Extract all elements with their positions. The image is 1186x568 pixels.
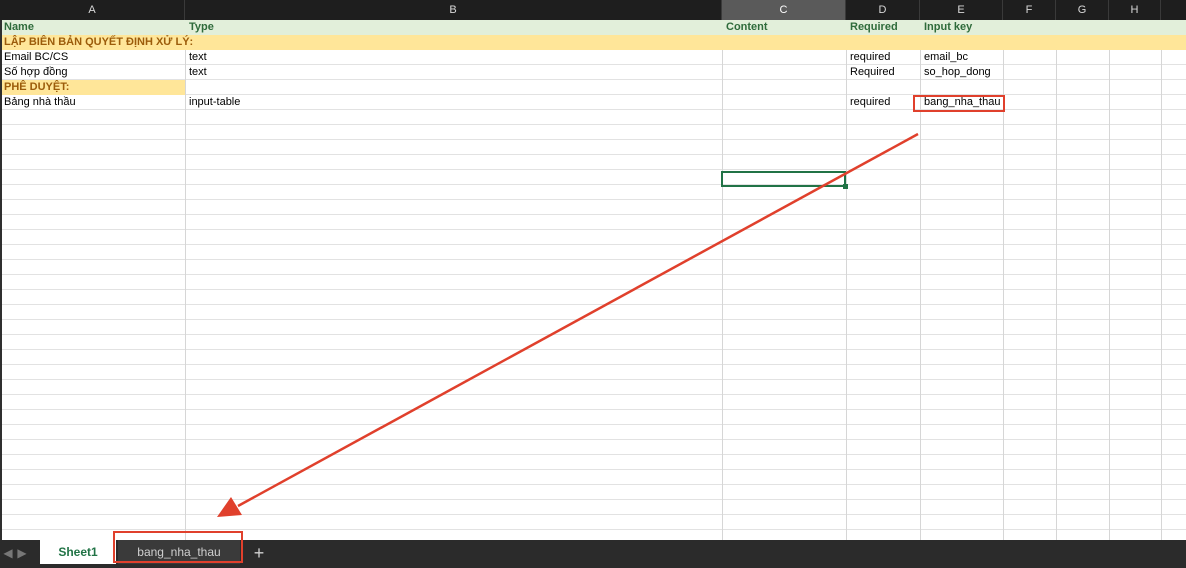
cell-type[interactable]: input-table	[185, 95, 722, 110]
gridline	[722, 20, 723, 540]
cell-required[interactable]: required	[846, 50, 920, 65]
header-content[interactable]: Content	[722, 20, 846, 35]
column-header-e[interactable]: E	[920, 0, 1003, 20]
column-header-b[interactable]: B	[185, 0, 722, 20]
cell-required[interactable]: required	[846, 95, 920, 110]
header-input-key[interactable]: Input key	[920, 20, 1003, 35]
column-header-d[interactable]: D	[846, 0, 920, 20]
section-title[interactable]: PHÊ DUYỆT:	[0, 80, 185, 95]
cell-name[interactable]: Bảng nhà thầu	[0, 95, 185, 110]
cell-type[interactable]: text	[185, 50, 722, 65]
gridline	[1109, 20, 1110, 540]
section-row: PHÊ DUYỆT:	[0, 80, 1186, 95]
cell-name[interactable]: Số hợp đồng	[0, 65, 185, 80]
cell-type[interactable]: text	[185, 65, 722, 80]
tab-scroll-right-icon[interactable]: ▶	[14, 544, 30, 562]
spreadsheet-grid[interactable]: Name Type Content Required Input key LẬP…	[0, 20, 1186, 540]
annotation-box-tab	[113, 531, 243, 563]
gridline	[1056, 20, 1057, 540]
column-header-h[interactable]: H	[1109, 0, 1161, 20]
fill-handle[interactable]	[843, 184, 848, 189]
cell-input-key[interactable]: so_hop_dong	[920, 65, 1003, 80]
column-header-g[interactable]: G	[1056, 0, 1109, 20]
header-name[interactable]: Name	[0, 20, 185, 35]
column-header-a[interactable]: A	[0, 0, 185, 20]
header-row: Name Type Content Required Input key	[0, 20, 1186, 35]
header-required[interactable]: Required	[846, 20, 920, 35]
column-header-f[interactable]: F	[1003, 0, 1056, 20]
cell-input-key[interactable]: email_bc	[920, 50, 1003, 65]
row-header-edge	[0, 20, 2, 540]
selected-cell[interactable]	[721, 171, 846, 187]
cell-name[interactable]: Email BC/CS	[0, 50, 185, 65]
add-sheet-button[interactable]: +	[246, 540, 272, 566]
section-title[interactable]: LẬP BIÊN BẢN QUYẾT ĐỊNH XỬ LÝ:	[0, 35, 400, 50]
annotation-box-input-key	[913, 95, 1005, 112]
column-header-bar: A B C D E F G H	[0, 0, 1186, 20]
header-type[interactable]: Type	[185, 20, 722, 35]
gridline	[1161, 20, 1162, 540]
column-header-c[interactable]: C	[722, 0, 846, 20]
tab-sheet1[interactable]: Sheet1	[40, 540, 116, 564]
section-row: LẬP BIÊN BẢN QUYẾT ĐỊNH XỬ LÝ:	[0, 35, 1186, 50]
cell-required[interactable]: Required	[846, 65, 920, 80]
